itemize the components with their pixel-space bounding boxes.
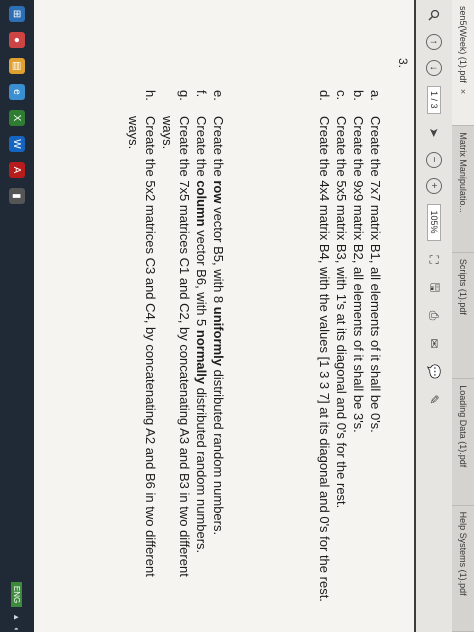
terminal-icon[interactable]: ▮ xyxy=(9,188,25,204)
tab-label: Help Systems (1).pdf xyxy=(458,511,468,596)
tab-matrix-manipulation[interactable]: Matrix Manipulatio... xyxy=(452,126,474,253)
search-icon[interactable] xyxy=(425,6,443,24)
taskbar: ⊞ ● ▤ e X W A ▮ ENG ▲ ◐ xyxy=(0,0,34,632)
close-icon[interactable]: × xyxy=(458,89,468,94)
up-arrow-icon[interactable]: ↑ xyxy=(426,34,442,50)
start-icon[interactable]: ⊞ xyxy=(9,6,25,22)
item-text: Create the 5x5 matrix B3, with 1's at it… xyxy=(333,116,349,509)
fit-page-icon[interactable]: ⛶ xyxy=(425,251,443,269)
item-label: e. xyxy=(211,90,227,101)
monitor-screen: sen5(Week) (1).pdf × Matrix Manipulatio.… xyxy=(0,0,474,632)
bold-text: normally xyxy=(194,329,210,385)
down-arrow-icon[interactable]: ↓ xyxy=(426,60,442,76)
item-label: b. xyxy=(350,90,366,101)
item-label: c. xyxy=(333,90,349,101)
item-text: Create the 7x5 matrices C1 and C2, by co… xyxy=(159,116,193,577)
item-label: f. xyxy=(194,90,210,98)
divider xyxy=(414,0,416,632)
question-number: 3. xyxy=(396,58,410,69)
item-label: g. xyxy=(177,90,193,101)
app-icon[interactable]: ● xyxy=(9,32,25,48)
text-part: distributed random numbers. xyxy=(194,384,210,554)
pen-icon[interactable]: ✎ xyxy=(425,391,443,409)
text-part: distributed random numbers. xyxy=(211,366,227,536)
tab-label: Loading Data (1).pdf xyxy=(458,385,468,468)
tab-sen5[interactable]: sen5(Week) (1).pdf × xyxy=(452,0,474,127)
tab-label: Scripts (1).pdf xyxy=(458,258,468,315)
zoom-in-icon[interactable]: + xyxy=(426,177,442,194)
item-text: Create the column vector B6, with 5 norm… xyxy=(193,116,210,553)
photo-stage: sen5(Week) (1).pdf × Matrix Manipulatio.… xyxy=(0,0,474,632)
pdf-icon[interactable]: A xyxy=(9,162,25,178)
pdf-toolbar: ↑ ↓ 1 / 3 ➤ − + 105% ⛶ 🖫 ⎙ ✉ 💬 ✎ xyxy=(415,0,452,632)
item-label: a. xyxy=(368,90,383,101)
list-item: e. Create the row vector B5, with 8 unif… xyxy=(210,90,227,610)
page-number-field[interactable]: 1 / 3 xyxy=(427,86,441,114)
bold-text: row xyxy=(211,180,227,204)
list-item: d. Create the 4x4 matrix B4, with the va… xyxy=(315,90,332,610)
item-label: h. xyxy=(142,90,158,101)
list-item: h. Create the 5x2 matrices C3 and C4, by… xyxy=(124,90,158,610)
question-items: a. Create the 7x7 matrix B1, all element… xyxy=(124,90,384,610)
word-icon[interactable]: W xyxy=(9,136,25,152)
tab-scripts[interactable]: Scripts (1).pdf xyxy=(452,252,474,380)
tab-label: sen5(Week) (1).pdf xyxy=(458,6,468,83)
text-part: Create the xyxy=(211,116,227,181)
tab-help-systems[interactable]: Help Systems (1).pdf xyxy=(452,505,474,632)
list-item: c. Create the 5x5 matrix B3, with 1's at… xyxy=(333,90,350,610)
text-part: vector B6, with 5 xyxy=(194,226,210,330)
email-icon[interactable]: ✉ xyxy=(425,335,443,353)
item-text: Create the 7x7 matrix B1, all elements o… xyxy=(368,116,383,433)
tab-loading-data[interactable]: Loading Data (1).pdf xyxy=(452,379,474,506)
zoom-out-icon[interactable]: − xyxy=(426,151,442,168)
tab-label: Matrix Manipulatio... xyxy=(458,132,468,213)
folder-icon[interactable]: ▤ xyxy=(9,58,25,74)
item-label: d. xyxy=(316,90,332,101)
bold-text: column xyxy=(194,180,210,227)
document-page: 3. a. Create the 7x7 matrix B1, all elem… xyxy=(0,0,414,632)
system-tray: ENG ▲ ◐ xyxy=(11,581,23,632)
list-item: b. Create the 9x9 matrix B2, all element… xyxy=(350,90,367,610)
list-item: a. Create the 7x7 matrix B1, all element… xyxy=(367,90,384,610)
zoom-select[interactable]: 105% xyxy=(427,203,441,241)
save-icon[interactable]: 🖫 xyxy=(425,279,443,297)
volume-icon[interactable]: ◐ xyxy=(13,627,22,632)
text-part: Create the xyxy=(194,116,210,181)
network-icon[interactable]: ▲ xyxy=(13,613,22,621)
bold-text: uniformly xyxy=(211,306,227,367)
item-text: Create the 4x4 matrix B4, with the value… xyxy=(316,116,332,602)
item-text: Create the row vector B5, with 8 uniform… xyxy=(210,116,227,535)
list-item: f. Create the column vector B6, with 5 n… xyxy=(193,90,210,610)
list-item: g. Create the 7x5 matrices C1 and C2, by… xyxy=(159,90,193,610)
item-text: Create the 9x9 matrix B2, all elements o… xyxy=(350,116,366,433)
cursor-icon[interactable]: ➤ xyxy=(425,124,443,142)
item-text: Create the 5x2 matrices C3 and C4, by co… xyxy=(125,116,158,577)
text-part: vector B5, with 8 xyxy=(211,203,227,307)
tab-bar: sen5(Week) (1).pdf × Matrix Manipulatio.… xyxy=(451,0,474,632)
comment-icon[interactable]: 💬 xyxy=(425,363,443,381)
browser-icon[interactable]: e xyxy=(9,84,25,100)
excel-icon[interactable]: X xyxy=(9,110,25,126)
print-icon[interactable]: ⎙ xyxy=(425,307,443,325)
language-badge[interactable]: ENG xyxy=(11,581,23,608)
